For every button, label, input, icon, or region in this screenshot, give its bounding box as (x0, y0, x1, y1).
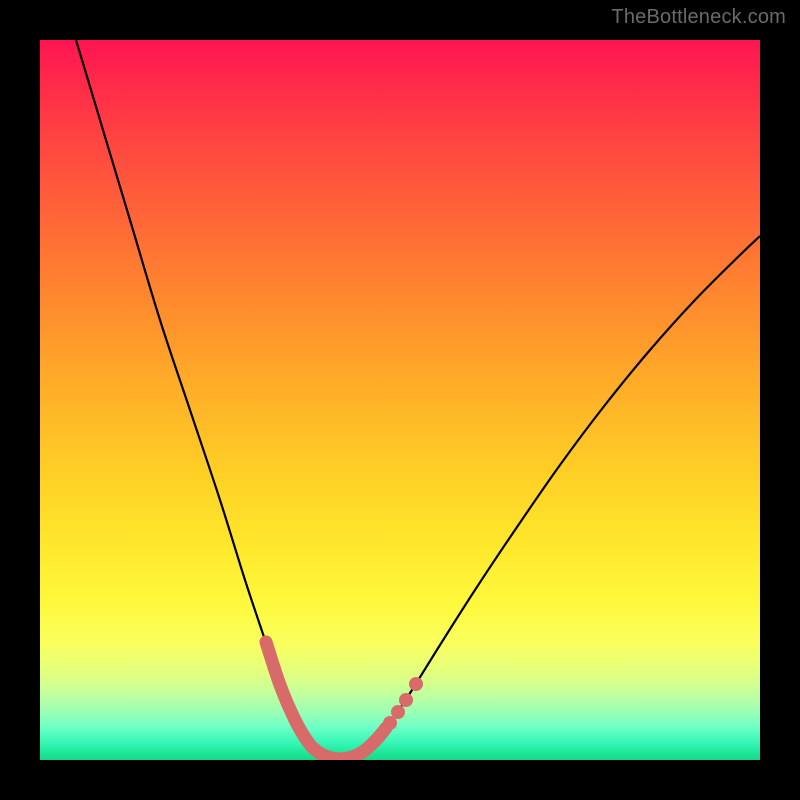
chart-frame: TheBottleneck.com (0, 0, 800, 800)
highlight-dot (391, 705, 405, 719)
highlight-bottom (266, 642, 386, 759)
watermark: TheBottleneck.com (611, 6, 786, 29)
plot-area (40, 40, 760, 760)
highlight-dots (383, 677, 423, 730)
chart-svg (40, 40, 760, 760)
highlight-dot (409, 677, 423, 691)
highlight-dot (399, 693, 413, 707)
bottleneck-curve (76, 40, 760, 759)
